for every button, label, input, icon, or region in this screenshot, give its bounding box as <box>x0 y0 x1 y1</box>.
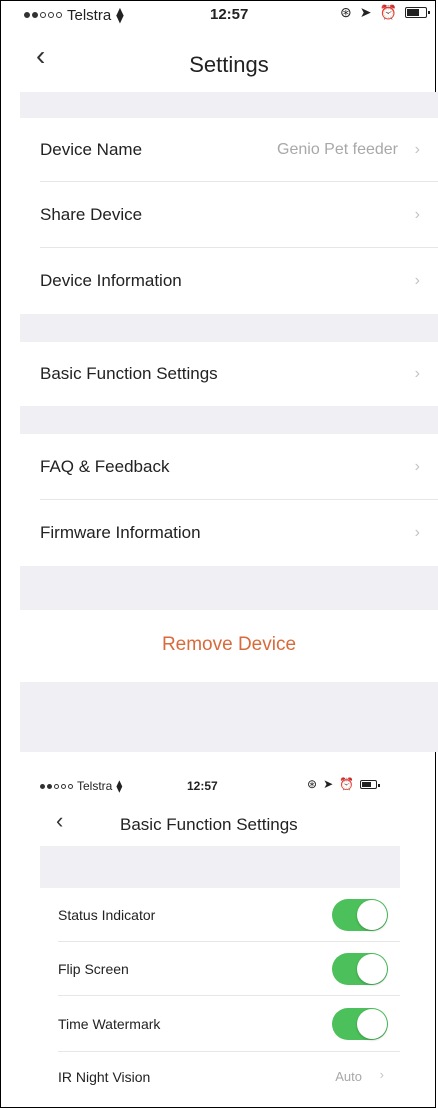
row-basic-function-settings[interactable]: Basic Function Settings › <box>20 342 438 406</box>
alarm-icon: ⏰ <box>379 4 397 20</box>
battery-icon <box>404 7 430 18</box>
chevron-right-icon: › <box>414 365 420 382</box>
group-spacer <box>20 314 438 342</box>
chevron-right-icon: › <box>414 206 420 223</box>
back-chevron-icon[interactable]: ‹ <box>56 808 63 834</box>
row-label: Device Information <box>40 271 182 290</box>
alarm-icon: ⏰ <box>339 777 355 791</box>
lock-rotation-icon: ⊛ <box>340 4 352 20</box>
chevron-right-icon: › <box>414 524 420 541</box>
device-name-value: Genio Pet feeder <box>277 141 398 158</box>
chevron-right-icon: › <box>414 458 420 475</box>
lock-rotation-icon: ⊛ <box>307 777 318 791</box>
nav-bar: ‹ Settings <box>20 38 438 88</box>
status-indicator-toggle[interactable] <box>332 899 388 931</box>
status-icons: ⊛ ➤ ⏰ <box>340 4 430 21</box>
row-label: Device Name <box>40 140 143 159</box>
location-icon: ➤ <box>359 4 372 20</box>
row-share-device[interactable]: Share Device › <box>20 182 438 248</box>
chevron-right-icon: › <box>414 141 420 158</box>
row-label: Firmware Information <box>40 523 201 542</box>
row-label: IR Night Vision <box>58 1069 151 1085</box>
status-time: 12:57 <box>187 779 218 793</box>
row-status-indicator: Status Indicator <box>40 888 400 942</box>
row-flip-screen: Flip Screen <box>40 942 400 996</box>
status-time: 12:57 <box>210 6 249 23</box>
carrier-name: Telstra <box>77 779 113 793</box>
location-icon: ➤ <box>323 777 334 791</box>
wifi-icon: ⧫ <box>116 7 124 24</box>
row-label: Flip Screen <box>58 961 129 977</box>
chevron-right-icon: › <box>414 272 420 289</box>
row-label: Basic Function Settings <box>40 364 218 383</box>
nav-bar-2: ‹ Basic Function Settings <box>40 806 400 842</box>
group-spacer <box>20 406 438 434</box>
row-label: Share Device <box>40 205 143 224</box>
chevron-right-icon: › <box>379 1067 384 1082</box>
flip-screen-toggle[interactable] <box>332 953 388 985</box>
page-title: Basic Function Settings <box>120 815 298 834</box>
battery-icon <box>360 779 381 789</box>
carrier-name: Telstra <box>67 6 112 24</box>
page-title: Settings <box>189 52 269 77</box>
row-firmware-information[interactable]: Firmware Information › <box>20 500 438 566</box>
carrier-group: Telstra ⧫ <box>24 6 124 24</box>
group-spacer <box>20 92 438 118</box>
carrier-group: Telstra ⧫ <box>40 779 122 793</box>
signal-dots-icon <box>40 783 73 789</box>
row-label: FAQ & Feedback <box>40 457 170 476</box>
group-spacer <box>40 846 400 888</box>
group-spacer <box>20 566 438 610</box>
remove-device-label: Remove Device <box>161 634 297 655</box>
row-device-information[interactable]: Device Information › <box>20 248 438 314</box>
status-bar-2: Telstra ⧫ 12:57 ⊛ ➤ ⏰ <box>40 776 400 798</box>
row-device-name[interactable]: Device Name Genio Pet feeder › <box>20 118 438 182</box>
row-label: Time Watermark <box>58 1016 161 1032</box>
bottom-spacer <box>20 682 438 752</box>
wifi-icon: ⧫ <box>116 779 123 793</box>
remove-device-button[interactable]: Remove Device <box>20 610 438 682</box>
row-faq-feedback[interactable]: FAQ & Feedback › <box>20 434 438 500</box>
time-watermark-toggle[interactable] <box>332 1008 388 1040</box>
status-icons: ⊛ ➤ ⏰ <box>307 777 381 791</box>
ir-night-vision-value: Auto <box>335 1069 362 1084</box>
status-bar: Telstra ⧫ 12:57 ⊛ ➤ ⏰ <box>20 0 438 30</box>
signal-dots-icon <box>24 12 62 18</box>
row-ir-night-vision[interactable]: IR Night Vision Auto › <box>40 1052 400 1104</box>
row-time-watermark: Time Watermark <box>40 996 400 1052</box>
row-label: Status Indicator <box>58 907 156 923</box>
